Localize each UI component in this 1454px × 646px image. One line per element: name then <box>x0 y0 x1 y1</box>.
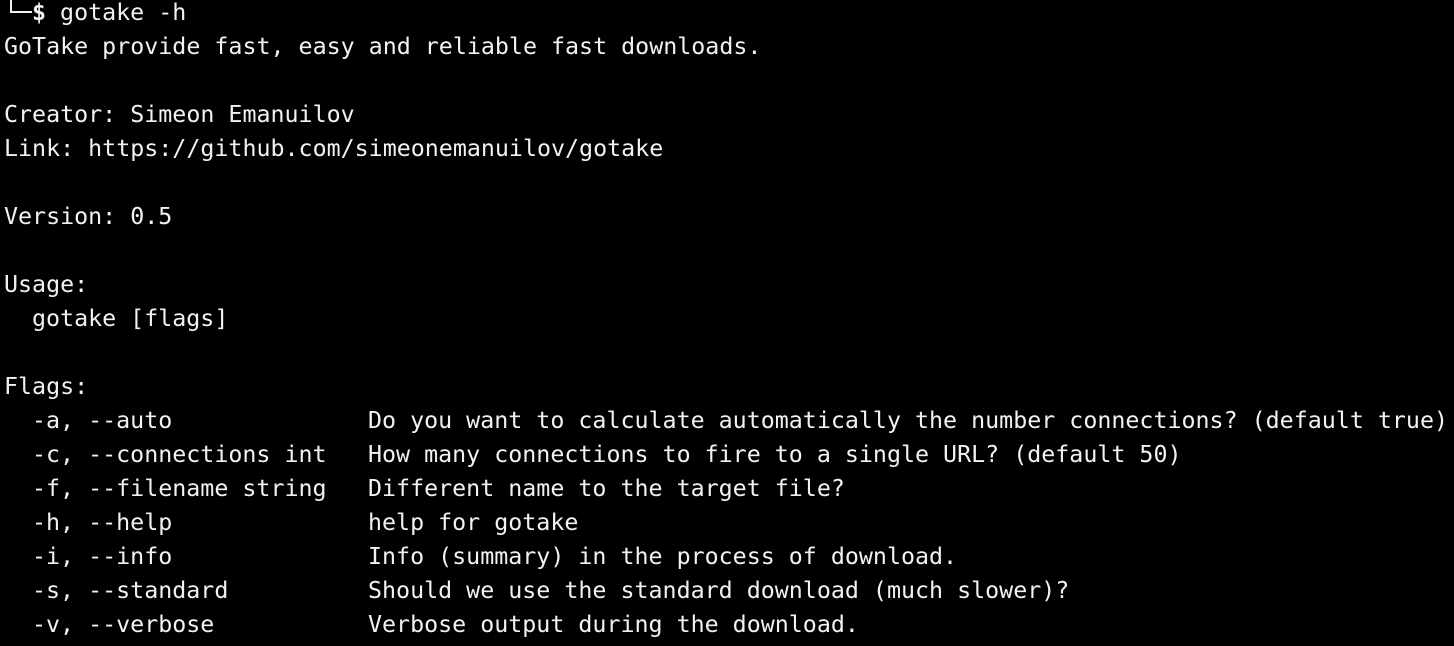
flag-description: Should we use the standard download (muc… <box>368 577 1070 604</box>
flag-row-standard: -s, --standard Should we use the standar… <box>4 574 1454 608</box>
flag-row-auto: -a, --auto Do you want to calculate auto… <box>4 404 1454 438</box>
flag-name: -h, --help <box>32 509 173 536</box>
description-line: GoTake provide fast, easy and reliable f… <box>4 33 762 60</box>
flag-row-info: -i, --info Info (summary) in the process… <box>4 540 1454 574</box>
creator-line: Creator: Simeon Emanuilov <box>4 101 355 128</box>
prompt-symbol: $ <box>32 0 47 26</box>
flag-description: Verbose output during the download. <box>368 611 859 638</box>
flag-row-connections: -c, --connections int How many connectio… <box>4 438 1454 472</box>
prompt-line: $ gotake -h <box>4 0 1454 30</box>
version-line: Version: 0.5 <box>4 203 173 230</box>
usage-line: gotake [flags] <box>32 305 229 332</box>
command-text: gotake -h <box>46 0 187 26</box>
flag-row-help: -h, --help help for gotake <box>4 506 1454 540</box>
flag-name: -a, --auto <box>32 407 173 434</box>
usage-heading: Usage: <box>4 271 89 298</box>
flag-name: -i, --info <box>32 543 173 570</box>
link-line: Link: https://github.com/simeonemanuilov… <box>4 135 664 162</box>
flag-description: Info (summary) in the process of downloa… <box>368 543 958 570</box>
flag-row-verbose: -v, --verbose Verbose output during the … <box>4 608 1454 642</box>
flag-description: help for gotake <box>368 509 579 536</box>
flags-heading: Flags: <box>4 373 89 400</box>
prompt-corner-icon <box>4 0 32 30</box>
flag-description: How many connections to fire to a single… <box>368 441 1182 468</box>
flag-name: -s, --standard <box>32 577 229 604</box>
flag-description: Do you want to calculate automatically t… <box>368 407 1448 434</box>
flag-name: -f, --filename string <box>32 475 327 502</box>
flag-name: -v, --verbose <box>32 611 215 638</box>
terminal-window[interactable]: $ gotake -h GoTake provide fast, easy an… <box>0 0 1454 642</box>
flag-row-filename: -f, --filename string Different name to … <box>4 472 1454 506</box>
flag-name: -c, --connections int <box>32 441 327 468</box>
flag-description: Different name to the target file? <box>368 475 845 502</box>
